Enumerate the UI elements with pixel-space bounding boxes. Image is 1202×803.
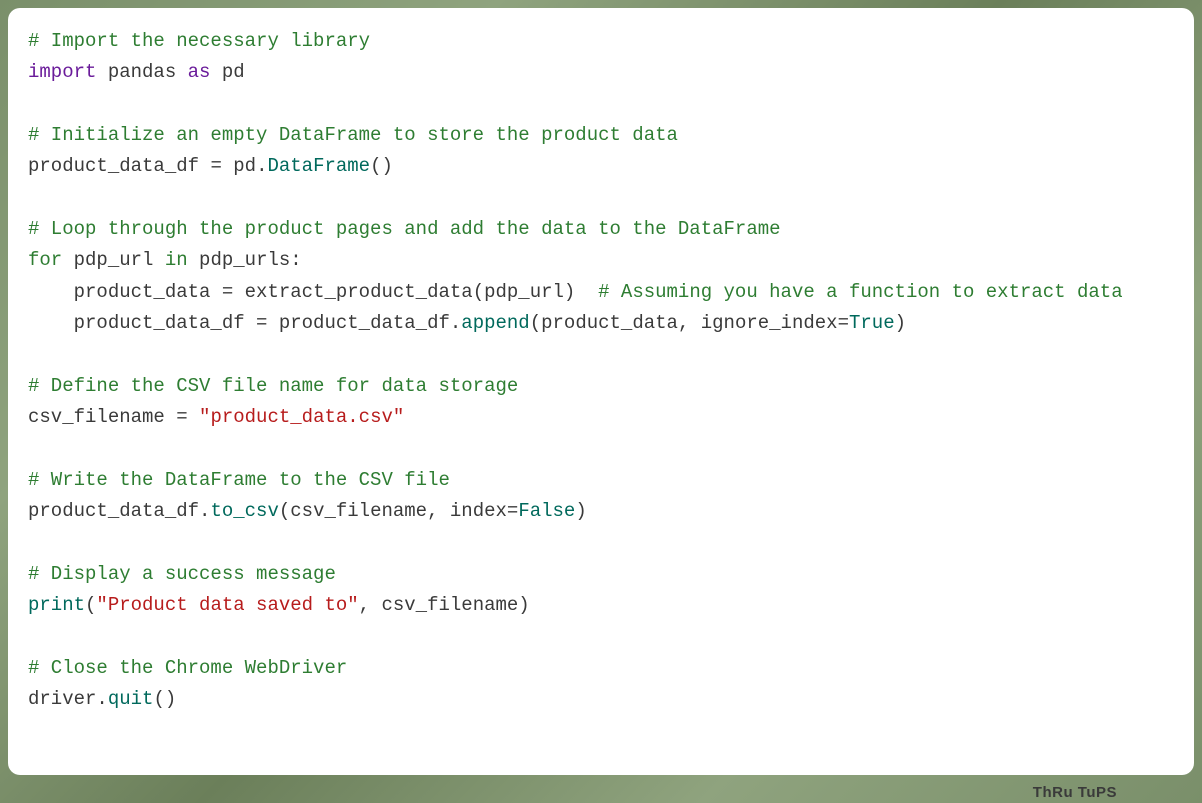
code-text: pd [222, 155, 256, 177]
code-comment: # Close the Chrome WebDriver [28, 657, 347, 679]
code-function: to_csv [210, 500, 278, 522]
code-constant: True [849, 312, 895, 334]
code-dot: . [96, 688, 107, 710]
code-operator: = [838, 312, 849, 334]
code-function: append [461, 312, 529, 334]
code-operator: = [222, 281, 233, 303]
code-comment: # Import the necessary library [28, 30, 370, 52]
code-operator: = [507, 500, 518, 522]
code-comment: # Display a success message [28, 563, 336, 585]
code-text: ) [895, 312, 906, 334]
code-string: "Product data saved to" [96, 594, 358, 616]
code-string: "product_data.csv" [199, 406, 404, 428]
code-text: pandas [96, 61, 187, 83]
code-text: csv_filename [28, 406, 176, 428]
code-text: product_data_df [28, 312, 256, 334]
code-text: product_data_df [28, 155, 210, 177]
code-text: product_data_df [267, 312, 449, 334]
code-text: pdp_urls: [188, 249, 302, 271]
code-block-container: # Import the necessary library import pa… [8, 8, 1194, 775]
code-comment: # Assuming you have a function to extrac… [598, 281, 1123, 303]
code-keyword: in [165, 249, 188, 271]
code-text: product_data_df [28, 500, 199, 522]
code-text: driver [28, 688, 96, 710]
code-constant: False [518, 500, 575, 522]
code-comment: # Define the CSV file name for data stor… [28, 375, 518, 397]
code-keyword: import [28, 61, 96, 83]
code-comment: # Initialize an empty DataFrame to store… [28, 124, 678, 146]
code-text: ) [575, 500, 586, 522]
code-operator: = [176, 406, 187, 428]
code-operator: = [256, 312, 267, 334]
code-text: () [153, 688, 176, 710]
code-dot: . [450, 312, 461, 334]
code-text: () [370, 155, 393, 177]
code-keyword: for [28, 249, 62, 271]
code-text: (product_data, ignore_index [530, 312, 838, 334]
code-dot: . [256, 155, 267, 177]
code-text: product_data [28, 281, 222, 303]
code-text: pdp_url [62, 249, 165, 271]
code-function: quit [108, 688, 154, 710]
code-keyword: as [188, 61, 211, 83]
code-operator: = [210, 155, 221, 177]
code-content: # Import the necessary library import pa… [28, 26, 1174, 716]
code-comment: # Write the DataFrame to the CSV file [28, 469, 450, 491]
code-text: pd [210, 61, 244, 83]
code-function: DataFrame [267, 155, 370, 177]
code-text: ( [85, 594, 96, 616]
footer-watermark: ThRu TuPS [1033, 784, 1117, 801]
code-builtin: print [28, 594, 85, 616]
code-text: extract_product_data(pdp_url) [233, 281, 598, 303]
code-text [188, 406, 199, 428]
code-text: (csv_filename, index [279, 500, 507, 522]
code-text: , csv_filename) [359, 594, 530, 616]
code-dot: . [199, 500, 210, 522]
code-comment: # Loop through the product pages and add… [28, 218, 781, 240]
